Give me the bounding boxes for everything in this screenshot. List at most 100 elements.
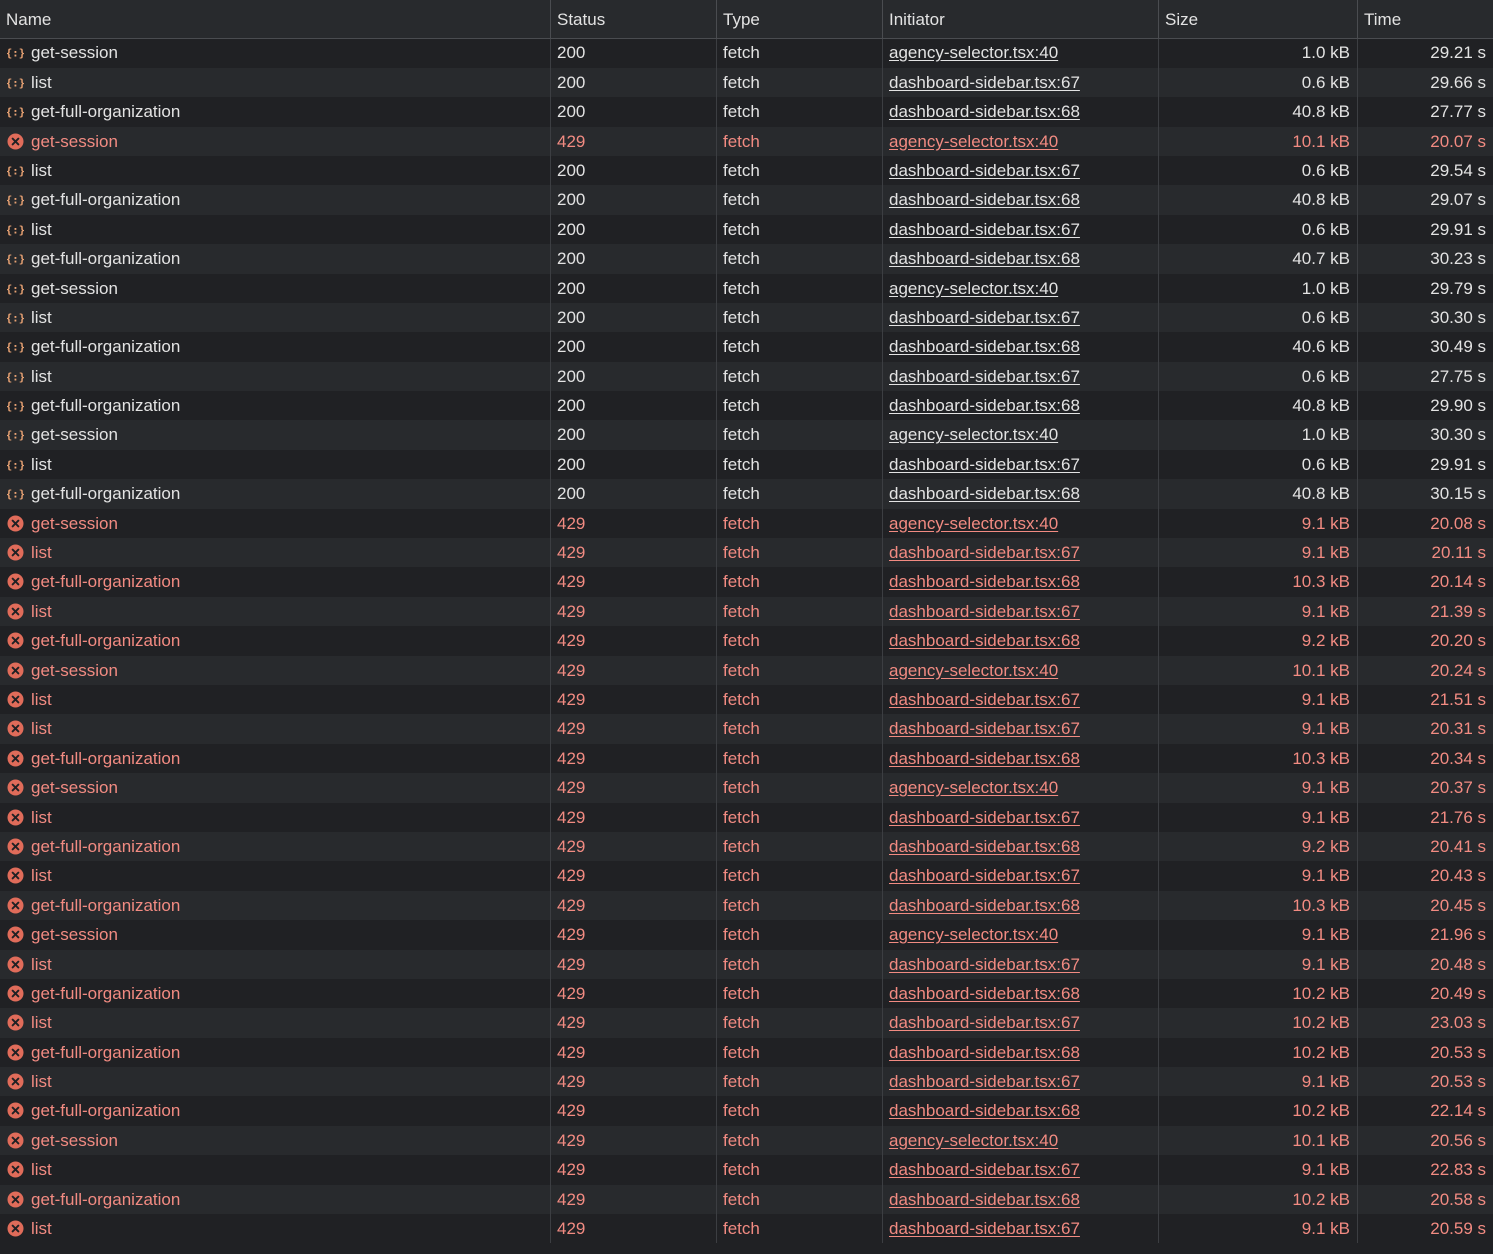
request-name-cell[interactable]: get-full-organization — [0, 1184, 551, 1215]
table-row[interactable]: {:} get-full-organization 200fetch dashboar… — [0, 479, 1493, 509]
table-row[interactable]: get-full-organization 429 fetch dashboard-s… — [0, 567, 1493, 597]
request-name-cell[interactable]: get-full-organization — [0, 1096, 551, 1126]
initiator-link[interactable]: dashboard-sidebar.tsx:67 — [889, 308, 1080, 327]
request-name-cell[interactable]: {:} list — [0, 155, 551, 186]
initiator-link[interactable]: dashboard-sidebar.tsx:68 — [889, 190, 1080, 209]
request-name-cell[interactable]: list — [0, 802, 551, 832]
table-row[interactable]: {:} get-full-organization 200fetch dashboar… — [0, 244, 1493, 274]
column-header-status[interactable]: Status — [551, 0, 717, 38]
table-row[interactable]: list 429 fetch dashboard-sidebar.tsx:67 9.1 … — [0, 802, 1493, 832]
request-name-cell[interactable]: list — [0, 684, 551, 715]
initiator-link[interactable]: dashboard-sidebar.tsx:67 — [889, 455, 1080, 474]
request-name-cell[interactable]: get-session — [0, 1125, 551, 1156]
request-name-cell[interactable]: list — [0, 1214, 551, 1244]
column-header-initiator[interactable]: Initiator — [883, 0, 1159, 38]
table-row[interactable]: get-full-organization 429 fetch dashboard-s… — [0, 831, 1493, 862]
request-name-cell[interactable]: {:} get-full-organization — [0, 391, 551, 421]
table-row[interactable]: get-session 429 fetch agency-selector.tsx:4… — [0, 126, 1493, 156]
request-name-cell[interactable]: get-session — [0, 655, 551, 685]
initiator-link[interactable]: dashboard-sidebar.tsx:68 — [889, 396, 1080, 415]
initiator-link[interactable]: dashboard-sidebar.tsx:68 — [889, 249, 1080, 268]
request-name-cell[interactable]: {:} list — [0, 214, 551, 245]
initiator-link[interactable]: dashboard-sidebar.tsx:67 — [889, 808, 1080, 827]
request-name-cell[interactable]: {:} get-full-organization — [0, 244, 551, 274]
table-row[interactable]: get-full-organization 429 fetch dashboard-s… — [0, 626, 1493, 656]
table-row[interactable]: {:} get-full-organization 200fetch dashboar… — [0, 97, 1493, 127]
request-name-cell[interactable]: list — [0, 1008, 551, 1038]
request-name-cell[interactable]: get-session — [0, 920, 551, 950]
table-row[interactable]: {:} get-full-organization 200fetch dashboar… — [0, 332, 1493, 362]
request-name-cell[interactable]: get-session — [0, 773, 551, 803]
table-row[interactable]: {:} list 200fetch dashboard-sidebar.tsx:67 0… — [0, 214, 1493, 245]
table-row[interactable]: {:} get-full-organization 200fetch dashboar… — [0, 185, 1493, 215]
request-name-cell[interactable]: {:} list — [0, 449, 551, 480]
table-row[interactable]: get-full-organization 429 fetch dashboard-s… — [0, 743, 1493, 774]
initiator-link[interactable]: dashboard-sidebar.tsx:68 — [889, 896, 1080, 915]
request-name-cell[interactable]: get-full-organization — [0, 626, 551, 656]
initiator-link[interactable]: dashboard-sidebar.tsx:68 — [889, 572, 1080, 591]
table-row[interactable]: list 429 fetch dashboard-sidebar.tsx:67 9.1 … — [0, 1155, 1493, 1185]
request-name-cell[interactable]: {:} list — [0, 67, 551, 98]
initiator-link[interactable]: dashboard-sidebar.tsx:67 — [889, 1219, 1080, 1238]
initiator-link[interactable]: dashboard-sidebar.tsx:68 — [889, 1043, 1080, 1062]
initiator-link[interactable]: agency-selector.tsx:40 — [889, 132, 1058, 151]
initiator-link[interactable]: dashboard-sidebar.tsx:68 — [889, 484, 1080, 503]
table-row[interactable]: list 429 fetch dashboard-sidebar.tsx:67 9.1 … — [0, 1067, 1493, 1097]
table-row[interactable]: {:} list 200fetch dashboard-sidebar.tsx:67 0… — [0, 302, 1493, 333]
initiator-link[interactable]: dashboard-sidebar.tsx:67 — [889, 367, 1080, 386]
request-name-cell[interactable]: list — [0, 714, 551, 744]
initiator-link[interactable]: agency-selector.tsx:40 — [889, 279, 1058, 298]
initiator-link[interactable]: dashboard-sidebar.tsx:67 — [889, 1072, 1080, 1091]
initiator-link[interactable]: agency-selector.tsx:40 — [889, 1131, 1058, 1150]
initiator-link[interactable]: agency-selector.tsx:40 — [889, 925, 1058, 944]
column-header-time[interactable]: Time — [1358, 0, 1493, 38]
request-name-cell[interactable]: list — [0, 861, 551, 891]
table-row[interactable]: get-session 429 fetch agency-selector.tsx:4… — [0, 655, 1493, 685]
table-row[interactable]: list 429 fetch dashboard-sidebar.tsx:67 9.1 … — [0, 538, 1493, 568]
request-name-cell[interactable]: get-full-organization — [0, 890, 551, 921]
request-name-cell[interactable]: {:} get-session — [0, 38, 551, 68]
table-row[interactable]: list 429 fetch dashboard-sidebar.tsx:67 9.1 … — [0, 1214, 1493, 1244]
initiator-link[interactable]: dashboard-sidebar.tsx:67 — [889, 73, 1080, 92]
request-name-cell[interactable]: get-full-organization — [0, 1037, 551, 1068]
request-name-cell[interactable]: get-session — [0, 508, 551, 539]
request-name-cell[interactable]: {:} list — [0, 361, 551, 392]
initiator-link[interactable]: dashboard-sidebar.tsx:67 — [889, 690, 1080, 709]
initiator-link[interactable]: dashboard-sidebar.tsx:68 — [889, 1190, 1080, 1209]
request-name-cell[interactable]: {:} get-full-organization — [0, 479, 551, 509]
initiator-link[interactable]: dashboard-sidebar.tsx:67 — [889, 543, 1080, 562]
initiator-link[interactable]: dashboard-sidebar.tsx:67 — [889, 1160, 1080, 1179]
request-name-cell[interactable]: get-full-organization — [0, 567, 551, 597]
table-row[interactable]: {:} list 200fetch dashboard-sidebar.tsx:67 0… — [0, 449, 1493, 480]
initiator-link[interactable]: agency-selector.tsx:40 — [889, 778, 1058, 797]
table-row[interactable]: list 429 fetch dashboard-sidebar.tsx:67 9.1 … — [0, 684, 1493, 715]
table-row[interactable]: get-session 429 fetch agency-selector.tsx:4… — [0, 1125, 1493, 1156]
table-row[interactable]: {:} get-session 200fetch agency-selector.ts… — [0, 420, 1493, 450]
initiator-link[interactable]: agency-selector.tsx:40 — [889, 514, 1058, 533]
initiator-link[interactable]: dashboard-sidebar.tsx:68 — [889, 749, 1080, 768]
table-row[interactable]: list 429 fetch dashboard-sidebar.tsx:67 9.1 … — [0, 596, 1493, 627]
table-row[interactable]: get-session 429 fetch agency-selector.tsx:4… — [0, 920, 1493, 950]
table-row[interactable]: {:} list 200fetch dashboard-sidebar.tsx:67 0… — [0, 361, 1493, 392]
request-name-cell[interactable]: list — [0, 538, 551, 568]
table-row[interactable]: get-full-organization 429 fetch dashboard-s… — [0, 890, 1493, 921]
initiator-link[interactable]: dashboard-sidebar.tsx:68 — [889, 337, 1080, 356]
table-row[interactable]: list 429 fetch dashboard-sidebar.tsx:67 9.1 … — [0, 949, 1493, 979]
initiator-link[interactable]: dashboard-sidebar.tsx:67 — [889, 866, 1080, 885]
table-row[interactable]: get-session 429 fetch agency-selector.tsx:4… — [0, 508, 1493, 539]
table-row[interactable]: get-session 429 fetch agency-selector.tsx:4… — [0, 773, 1493, 803]
request-name-cell[interactable]: {:} get-full-organization — [0, 332, 551, 362]
request-name-cell[interactable]: {:} get-full-organization — [0, 97, 551, 127]
table-row[interactable]: get-full-organization 429 fetch dashboard-s… — [0, 1184, 1493, 1215]
table-row[interactable]: {:} get-session 200fetch agency-selector.ts… — [0, 273, 1493, 303]
initiator-link[interactable]: dashboard-sidebar.tsx:68 — [889, 102, 1080, 121]
request-name-cell[interactable]: get-session — [0, 126, 551, 156]
table-row[interactable]: list 429 fetch dashboard-sidebar.tsx:67 10.2… — [0, 1008, 1493, 1038]
request-name-cell[interactable]: list — [0, 1155, 551, 1185]
column-header-name[interactable]: Name — [0, 0, 551, 38]
request-name-cell[interactable]: {:} get-session — [0, 420, 551, 450]
initiator-link[interactable]: dashboard-sidebar.tsx:68 — [889, 631, 1080, 650]
initiator-link[interactable]: dashboard-sidebar.tsx:68 — [889, 984, 1080, 1003]
initiator-link[interactable]: dashboard-sidebar.tsx:67 — [889, 719, 1080, 738]
request-name-cell[interactable]: {:} list — [0, 302, 551, 333]
